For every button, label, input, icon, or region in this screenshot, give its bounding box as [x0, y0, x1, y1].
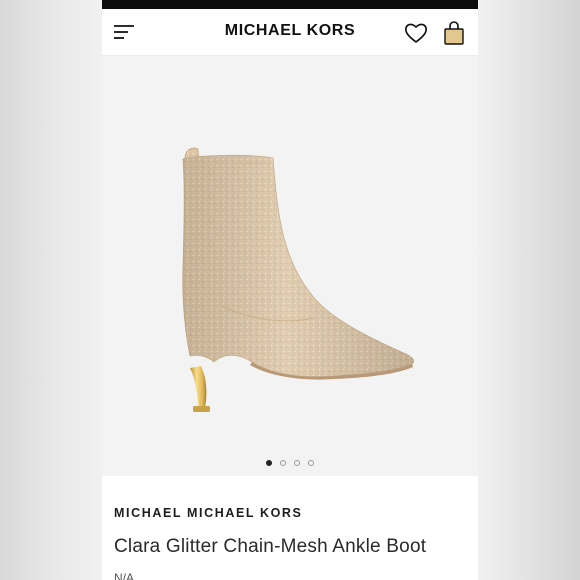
carousel-dot-4[interactable] — [308, 460, 314, 466]
shopping-bag-icon[interactable] — [443, 21, 465, 45]
carousel-dot-1[interactable] — [266, 460, 272, 466]
heart-icon[interactable] — [404, 22, 428, 44]
product-designer: MICHAEL MICHAEL KORS — [114, 506, 303, 520]
top-navigation-bar: MICHAEL KORS — [102, 9, 478, 56]
product-image — [182, 147, 414, 412]
carousel-dot-2[interactable] — [280, 460, 286, 466]
product-color: N/A — [114, 571, 135, 580]
status-bar — [102, 0, 478, 9]
product-title: Clara Glitter Chain-Mesh Ankle Boot — [114, 536, 427, 557]
phone-screen: MICHAEL KORS MICHAEL MICHAEL KORS Clara … — [102, 0, 478, 580]
product-image-gallery[interactable] — [102, 56, 478, 476]
carousel-dot-3[interactable] — [294, 460, 300, 466]
carousel-pagination — [102, 460, 478, 468]
